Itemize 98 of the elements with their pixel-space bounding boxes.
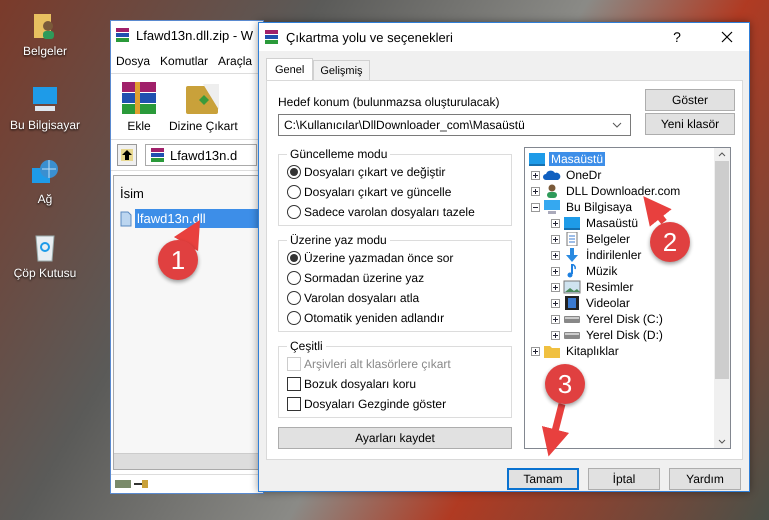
toolbar-button[interactable]: Dizine Çıkart <box>167 78 240 135</box>
expand-toggle[interactable] <box>531 202 540 212</box>
tab[interactable]: Gelişmiş <box>313 60 370 80</box>
computer-icon <box>543 200 561 214</box>
expand-toggle[interactable] <box>551 330 560 340</box>
address-field[interactable]: Lfawd13n.d <box>145 144 257 166</box>
scroll-up-icon[interactable] <box>718 152 726 157</box>
tree-item[interactable]: Videolar <box>584 296 632 310</box>
desktop-icon-label[interactable]: Çöp Kutusu <box>14 266 76 280</box>
column-header[interactable]: İsim <box>120 186 144 209</box>
dialog-button[interactable]: Yardım <box>669 468 741 490</box>
expand-toggle[interactable] <box>551 298 560 308</box>
destination-combobox[interactable]: C:\Kullanıcılar\DllDownloader_com\Masaüstü <box>278 114 631 136</box>
help-button[interactable]: ? <box>655 23 699 51</box>
checkbox[interactable] <box>287 396 301 410</box>
archive-books-icon <box>119 80 159 116</box>
option-label: Dosyaları çıkart ve değiştir <box>304 164 446 178</box>
option-label: Dosyaları Gezginde göster <box>304 396 446 410</box>
tree-item[interactable]: İndirilenler <box>584 248 644 262</box>
expand-toggle[interactable] <box>551 282 560 292</box>
toolbar-button[interactable]: Ekle <box>117 78 161 135</box>
tree-item[interactable]: OneDr <box>564 168 604 182</box>
annotation-arrow <box>643 196 672 227</box>
group-title: Çeşitli <box>289 339 324 353</box>
option-label: Bozuk dosyaları koru <box>304 376 416 390</box>
desktop-icon-label[interactable]: Ağ <box>38 192 52 206</box>
expand-toggle[interactable] <box>551 314 560 324</box>
cloud-icon <box>543 168 561 182</box>
dialog-button[interactable]: Göster <box>645 89 735 111</box>
radio-button[interactable] <box>287 250 301 264</box>
option-label: Üzerine yazmadan önce sor <box>304 250 454 264</box>
option-label: Varolan dosyaları atla <box>304 290 420 304</box>
expand-toggle[interactable] <box>551 266 560 276</box>
radio-button[interactable] <box>287 204 301 218</box>
archive-books-icon <box>150 147 166 163</box>
scroll-down-icon[interactable] <box>718 439 726 444</box>
radio-button[interactable] <box>287 270 301 284</box>
tree-item[interactable]: Yerel Disk (D:) <box>584 328 665 342</box>
tab[interactable]: Genel <box>266 58 314 80</box>
desktop-icon-label[interactable]: Belgeler <box>22 44 68 58</box>
expand-toggle[interactable] <box>531 186 540 196</box>
horizontal-scrollbar[interactable] <box>114 453 260 469</box>
option-label: Otomatik yeniden adlandır <box>304 310 444 324</box>
drive-icon <box>563 332 581 338</box>
option-label: Sormadan üzerine yaz <box>304 270 424 284</box>
close-icon <box>721 31 733 43</box>
dropdown-caret-icon <box>612 122 622 128</box>
tree-item[interactable]: DLL Downloader.com <box>564 184 682 198</box>
radio-button[interactable] <box>287 164 301 178</box>
dialog-button[interactable]: Yeni klasör <box>645 113 735 135</box>
up-arrow-icon <box>121 149 133 161</box>
computer-icon[interactable] <box>30 84 60 114</box>
picture-icon <box>563 280 581 294</box>
vertical-scrollbar[interactable] <box>714 148 730 448</box>
tree-item[interactable]: Belgeler <box>584 232 632 246</box>
menu-item[interactable]: Dosya <box>116 54 150 68</box>
dialog-button[interactable]: Tamam <box>507 468 579 490</box>
menu-item[interactable]: Komutlar <box>160 54 208 68</box>
file-icon <box>120 210 132 226</box>
monitor-icon <box>563 216 581 230</box>
tree-item[interactable]: Resimler <box>584 280 636 294</box>
save-settings-button[interactable]: Ayarları kaydet <box>278 427 512 449</box>
drive-icon <box>115 479 131 489</box>
archive-books-icon <box>115 27 131 43</box>
checkbox[interactable] <box>287 376 301 390</box>
archive-books-icon <box>264 29 280 45</box>
folder-icon <box>543 344 561 358</box>
tree-item[interactable]: Kitaplıklar <box>564 344 621 358</box>
radio-button[interactable] <box>287 184 301 198</box>
expand-toggle[interactable] <box>531 170 540 180</box>
radio-button[interactable] <box>287 290 301 304</box>
tree-item[interactable]: Müzik <box>584 264 620 278</box>
tree-item[interactable]: Masaüstü <box>584 216 640 230</box>
tree-item[interactable]: Yerel Disk (C:) <box>584 312 665 326</box>
group-title: Üzerine yaz modu <box>289 233 388 247</box>
drive-icon <box>563 316 581 322</box>
tree-item[interactable]: Bu Bilgisaya <box>564 200 634 214</box>
radio-button[interactable] <box>287 310 301 324</box>
dialog-title: Çıkartma yolu ve seçenekleri <box>286 30 454 44</box>
desktop-icon-label[interactable]: Bu Bilgisayar <box>10 118 80 132</box>
expand-toggle[interactable] <box>551 234 560 244</box>
group-title: Güncelleme modu <box>289 147 388 161</box>
option-label: Arşivleri alt klasörlere çıkart <box>304 356 451 370</box>
option-label: Sadece varolan dosyaları tazele <box>304 204 475 218</box>
film-icon <box>563 296 581 310</box>
option-label: Dosyaları çıkart ve güncelle <box>304 184 452 198</box>
expand-toggle[interactable] <box>551 218 560 228</box>
dialog-button[interactable]: İptal <box>588 468 660 490</box>
up-folder-button[interactable] <box>117 144 137 166</box>
expand-toggle[interactable] <box>531 346 540 356</box>
destination-label: Hedef konum (bulunmazsa oluşturulacak) <box>278 95 500 109</box>
key-icon <box>134 479 148 489</box>
window-title: Lfawd13n.dll.zip - W <box>136 28 254 42</box>
menu-item[interactable]: Araçla <box>218 54 252 68</box>
monitor-icon <box>528 152 546 166</box>
annotation-arrow <box>542 403 570 457</box>
download-arrow-icon <box>563 248 581 262</box>
expand-toggle[interactable] <box>551 250 560 260</box>
